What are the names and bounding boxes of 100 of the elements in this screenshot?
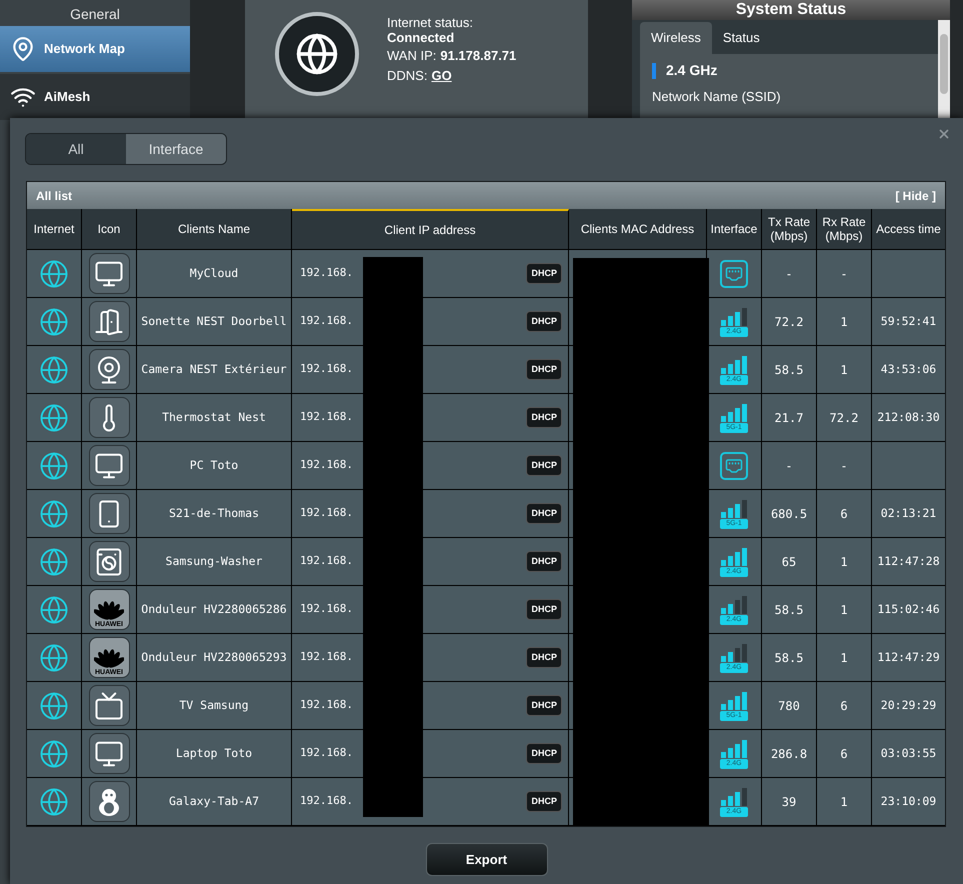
table-title: All list <box>36 188 72 204</box>
client-name: Onduleur HV2280065286 <box>141 600 287 618</box>
petal-logo-icon <box>94 599 124 621</box>
ddns-link[interactable]: GO <box>431 66 452 86</box>
access-time: 03:03:55 <box>880 744 936 762</box>
access-time: 59:52:41 <box>880 312 936 330</box>
dhcp-badge: DHCP <box>526 310 562 332</box>
dhcp-badge: DHCP <box>526 454 562 476</box>
dhcp-badge: DHCP <box>526 406 562 428</box>
status-label: Internet status: <box>387 16 474 30</box>
unlit-signal-bars <box>735 644 747 662</box>
client-name: Thermostat Nest <box>162 408 266 426</box>
access-time: 23:10:09 <box>880 792 936 810</box>
penguin-icon <box>96 786 122 816</box>
door-icon <box>94 306 124 336</box>
column-header: Icon <box>82 209 137 249</box>
ip-address: 192.168. <box>300 601 353 618</box>
column-header: Clients Name <box>137 209 292 249</box>
ip-address: 192.168. <box>300 697 353 714</box>
dhcp-badge: DHCP <box>526 598 562 620</box>
ddns-label: DDNS: <box>387 67 428 85</box>
rx-rate: 1 <box>840 554 848 570</box>
tx-rate: 72.2 <box>774 314 804 330</box>
tx-rate: 58.5 <box>774 650 804 666</box>
rx-rate: - <box>840 458 848 474</box>
dhcp-badge: DHCP <box>526 646 562 668</box>
client-name: S21-de-Thomas <box>168 504 259 522</box>
column-header: Rx Rate (Mbps) <box>817 209 872 249</box>
dhcp-badge: DHCP <box>526 358 562 380</box>
tx-rate: 780 <box>778 698 800 714</box>
rx-rate: 1 <box>840 362 848 378</box>
filter-tab[interactable]: All <box>26 134 126 164</box>
wan-ip-label: WAN IP: <box>387 47 436 65</box>
ip-address: 192.168. <box>300 313 353 330</box>
rx-rate: 1 <box>840 650 848 666</box>
access-time: 212:08:30 <box>877 408 940 426</box>
column-header: Interface <box>707 209 762 249</box>
client-name: PC Toto <box>190 456 238 474</box>
access-time: 43:53:06 <box>880 360 936 378</box>
client-name: Onduleur HV2280065293 <box>141 648 287 666</box>
globe-icon <box>295 32 339 76</box>
rx-rate: 1 <box>840 794 848 810</box>
rx-rate: 1 <box>840 602 848 618</box>
globe-icon <box>39 498 69 528</box>
tx-rate: 680.5 <box>770 506 808 522</box>
unlit-signal-bars <box>735 596 747 614</box>
sidebar-item[interactable]: AiMesh <box>0 74 190 120</box>
wan-ip-value: 91.178.87.71 <box>440 47 516 65</box>
panel-title: System Status <box>632 0 950 20</box>
column-header: Access time <box>872 209 945 249</box>
rx-rate: 72.2 <box>830 410 858 426</box>
export-button[interactable]: Export <box>426 843 548 876</box>
rx-rate: 1 <box>840 314 848 330</box>
column-header: Client IP address <box>292 209 569 249</box>
globe-icon <box>39 306 69 336</box>
client-name: Galaxy-Tab-A7 <box>168 792 259 810</box>
dhcp-badge: DHCP <box>526 790 562 812</box>
dhcp-badge: DHCP <box>526 550 562 572</box>
client-name: MyCloud <box>190 264 238 282</box>
ip-address: 192.168. <box>300 745 353 762</box>
ip-address: 192.168. <box>300 505 353 522</box>
unlit-signal-bars <box>742 500 747 518</box>
close-icon[interactable] <box>937 127 951 141</box>
tv-icon <box>94 690 124 720</box>
ip-address: 192.168. <box>300 265 353 282</box>
rx-rate: 6 <box>840 506 848 522</box>
status-value: Connected <box>387 30 456 46</box>
globe-icon <box>39 402 69 432</box>
hide-link[interactable]: [ Hide ] <box>895 186 936 204</box>
access-time: 20:29:29 <box>880 696 936 714</box>
globe-icon <box>39 354 69 384</box>
globe-icon <box>39 546 69 576</box>
ip-address: 192.168. <box>300 457 353 474</box>
tx-rate: 39 <box>782 794 796 810</box>
globe-icon <box>39 450 69 480</box>
sidebar-item[interactable]: Network Map <box>0 26 190 72</box>
tx-rate: 21.7 <box>774 410 804 426</box>
client-name: Laptop Toto <box>176 744 252 762</box>
dhcp-badge: DHCP <box>526 742 562 764</box>
globe-icon <box>39 738 69 768</box>
ip-address: 192.168. <box>300 553 353 570</box>
column-header: Tx Rate (Mbps) <box>762 209 817 249</box>
access-time: 02:13:21 <box>880 504 936 522</box>
tab[interactable]: Status <box>712 22 771 54</box>
rx-rate: - <box>840 266 848 282</box>
filter-tab[interactable]: Interface <box>126 134 226 164</box>
dhcp-badge: DHCP <box>526 262 562 284</box>
client-name: Sonette NEST Doorbell <box>141 312 287 330</box>
tx-rate: - <box>785 266 793 282</box>
band-title: 2.4 GHz <box>666 61 718 80</box>
globe-icon <box>39 786 69 816</box>
tx-rate: 58.5 <box>774 362 804 378</box>
dhcp-badge: DHCP <box>526 694 562 716</box>
access-time: 115:02:46 <box>877 600 940 618</box>
unlit-signal-bars <box>742 788 747 806</box>
column-header: Internet <box>27 209 82 249</box>
band-marker <box>652 62 656 78</box>
tab[interactable]: Wireless <box>640 22 712 54</box>
petal-logo-icon <box>94 647 124 669</box>
access-time: 112:47:29 <box>877 648 940 666</box>
